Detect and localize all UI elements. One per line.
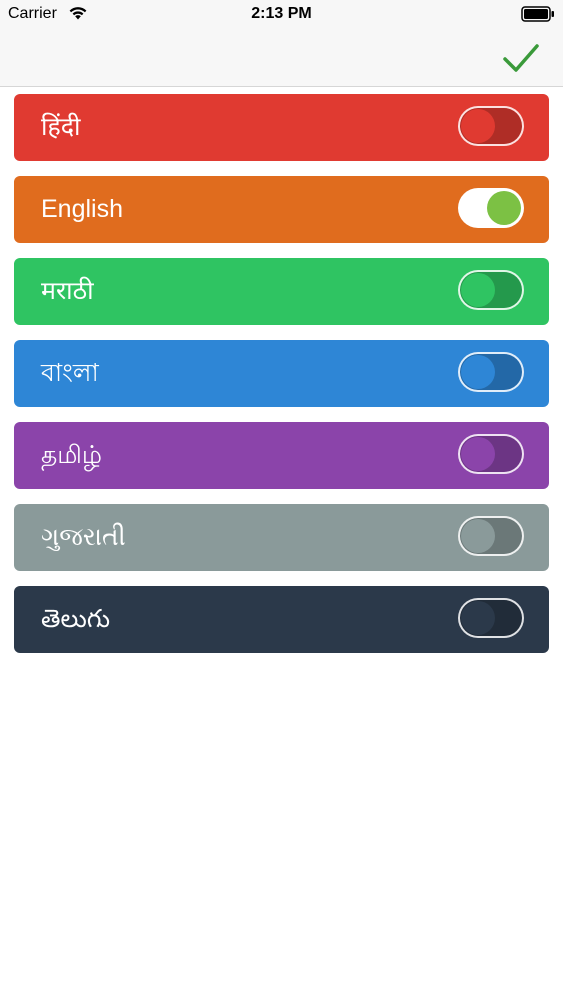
toggle-knob (461, 601, 495, 635)
language-toggle[interactable] (458, 188, 524, 228)
language-label: தமிழ் (41, 441, 103, 469)
toggle-knob (461, 519, 495, 553)
toggle-knob (461, 437, 495, 471)
language-row[interactable]: English (14, 176, 549, 243)
checkmark-icon (503, 44, 539, 72)
language-toggle[interactable] (458, 352, 524, 392)
language-label: हिंदी (41, 113, 81, 141)
language-label: বাংলা (41, 359, 99, 387)
language-toggle[interactable] (458, 434, 524, 474)
done-button[interactable] (501, 40, 541, 76)
language-toggle[interactable] (458, 270, 524, 310)
language-label: English (41, 195, 123, 223)
language-row[interactable]: বাংলা (14, 340, 549, 407)
language-row[interactable]: ગુજરાતી (14, 504, 549, 571)
battery-icon (521, 6, 554, 22)
language-toggle[interactable] (458, 516, 524, 556)
status-time: 2:13 PM (251, 5, 312, 22)
toggle-knob (461, 109, 495, 143)
language-row[interactable]: தமிழ் (14, 422, 549, 489)
status-bar: Carrier 2:13 PM (0, 0, 563, 28)
language-row[interactable]: हिंदी (14, 94, 549, 161)
nav-bar (0, 28, 563, 87)
language-label: తెలుగు (41, 605, 111, 633)
toggle-knob (461, 355, 495, 389)
language-toggle[interactable] (458, 598, 524, 638)
language-toggle[interactable] (458, 106, 524, 146)
language-label: मराठी (41, 277, 94, 305)
language-label: ગુજરાતી (41, 523, 126, 551)
toggle-knob (487, 191, 521, 225)
toggle-knob (461, 273, 495, 307)
language-row[interactable]: తెలుగు (14, 586, 549, 653)
language-list: हिंदी English मराठी বাংলা தமிழ் ગુજરાતી తెలుగు (14, 94, 549, 668)
language-row[interactable]: मराठी (14, 258, 549, 325)
